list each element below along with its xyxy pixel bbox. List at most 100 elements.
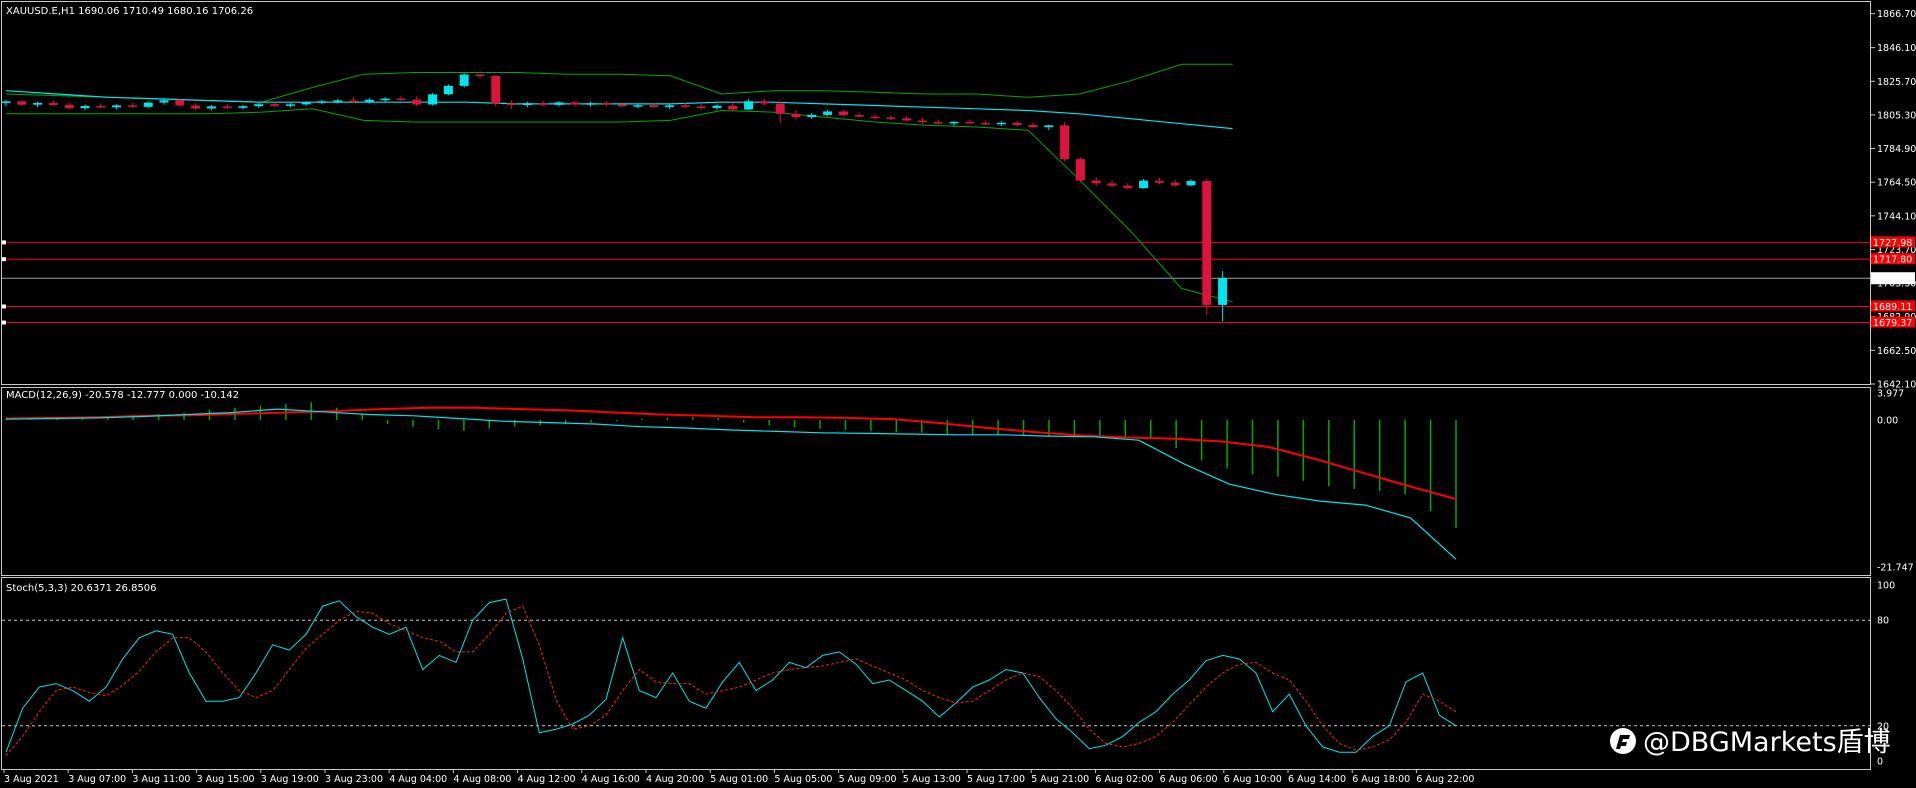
candle-body [349,100,359,102]
time-tick-label: 6 Aug 02:00 [1095,774,1153,785]
time-tick-label: 3 Aug 07:00 [68,774,126,785]
candle-body [1060,125,1070,160]
candle-body [965,121,975,124]
macd-panel-header: MACD(12,26,9) -20.578 -12.777 0.000 -10.… [6,390,239,401]
candle-body [1218,278,1228,305]
watermark: @DBGMarkets盾博 [1610,727,1891,758]
candle-body [1028,124,1038,128]
hline-label: 1717.80 [1873,255,1912,266]
candle-body [728,105,738,110]
price-tick-label: 1764.50 [1877,178,1916,189]
candle-body [933,122,943,124]
main-panel-frame [1,1,1871,385]
candle-body [364,99,374,102]
candle-body [522,103,532,106]
candle-body [854,115,864,117]
candle-body [902,118,912,121]
stoch-tick-label: 100 [1877,581,1895,592]
candle-body [586,103,596,105]
candle-body [270,104,280,106]
candle-body [380,98,390,101]
hline-marker [2,240,6,245]
candle-body [996,122,1006,125]
candle-body [143,102,153,107]
time-tick-label: 5 Aug 05:00 [774,774,832,785]
watermark-text: @DBGMarkets盾博 [1643,727,1891,758]
candle-body [96,106,106,108]
hline-label: 1679.37 [1873,318,1912,329]
candle-body [1123,185,1133,189]
candle-body [807,114,817,118]
time-tick-label: 5 Aug 01:00 [710,774,768,785]
candle-body [617,104,627,107]
candle-body [80,106,90,109]
time-tick-label: 3 Aug 23:00 [325,774,383,785]
candle-body [333,100,343,102]
candle-body [1107,183,1117,186]
time-tick-label: 3 Aug 11:00 [132,774,190,785]
stoch-panel-header: Stoch(5,3,3) 20.6371 26.8506 [6,583,157,594]
time-tick-label: 6 Aug 22:00 [1416,774,1474,785]
candle-body [507,103,517,106]
candle-body [823,111,833,115]
candle-body [649,105,659,108]
time-tick-label: 5 Aug 17:00 [967,774,1025,785]
candle-body [1202,181,1212,305]
price-tick-label: 1846.10 [1877,43,1916,54]
price-tick-label: 1744.10 [1877,211,1916,222]
stochastic-panel [2,598,1870,757]
candle-body [428,94,438,105]
hline-label: 1689.11 [1873,302,1912,313]
time-tick-label: 4 Aug 04:00 [389,774,447,785]
candle-body [254,104,264,107]
candle-body [112,105,122,108]
stoch-d-line [5,605,1457,757]
candle-body [570,102,580,105]
candle-body [1139,180,1149,189]
candle-body [838,111,848,116]
hline-marker [2,320,6,325]
candle-body [159,100,169,103]
price-tick-label: 1825.70 [1877,77,1916,88]
candle-body [791,113,801,118]
macd-tick-label: -21.747 [1877,563,1914,574]
time-tick-label: 4 Aug 12:00 [518,774,576,785]
candle-body [491,76,501,104]
time-tick-label: 4 Aug 08:00 [453,774,511,785]
candle-body [917,120,927,123]
candle-body [48,102,58,106]
macd-signal-line [5,406,1457,500]
time-tick-label: 3 Aug 19:00 [261,774,319,785]
hline-marker [2,257,6,262]
price-tick-label: 1805.30 [1877,110,1916,121]
candle-body [775,103,785,114]
time-tick-label: 6 Aug 18:00 [1352,774,1410,785]
candle-body [886,117,896,119]
candle-body [665,105,675,108]
stoch-k-line [5,598,1457,753]
candle-body [759,101,769,104]
time-tick-label: 4 Aug 16:00 [582,774,640,785]
candle-body [33,102,43,105]
candle-body [191,105,201,109]
candle-body [1,101,11,104]
macd-tick-label: 0.00 [1877,415,1898,426]
main-price-panel [1,63,1870,325]
candle-body [17,101,27,105]
time-tick-label: 3 Aug 15:00 [197,774,255,785]
candle-body [475,74,485,77]
time-tick-label: 4 Aug 20:00 [646,774,704,785]
candle-body [443,85,453,95]
candle-body [744,101,754,110]
candle-body [1012,122,1022,125]
price-tick-label: 1866.70 [1877,9,1916,20]
candle-body [633,105,643,107]
candle-body [412,99,422,105]
candle-body [1044,125,1054,128]
candle-body [712,105,722,108]
candle-body [317,101,327,103]
time-tick-label: 6 Aug 06:00 [1160,774,1218,785]
bollinger-upper-line [5,63,1233,103]
candle-body [238,106,248,108]
candle-body [1170,182,1180,186]
